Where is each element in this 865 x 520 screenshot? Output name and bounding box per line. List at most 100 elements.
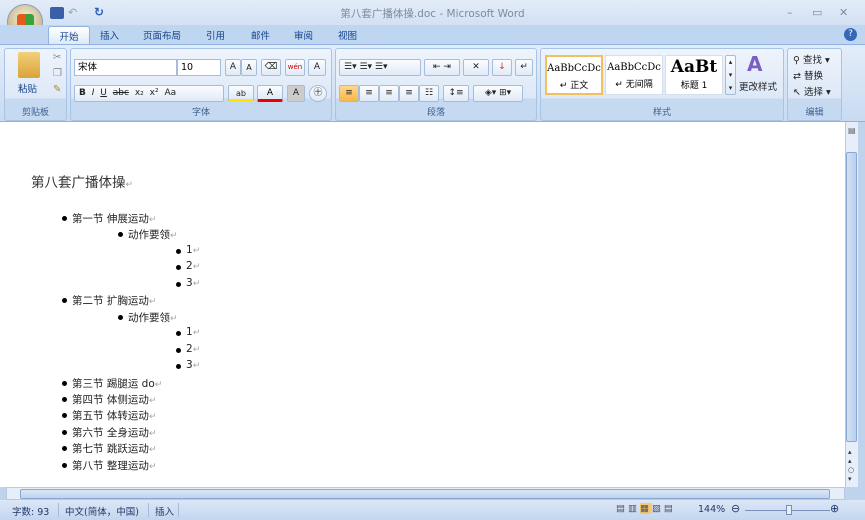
list-item-text: 第二节 扩胸运动: [72, 295, 149, 308]
list-item-level-2: 动作要领↵: [118, 227, 178, 242]
list-item-text: 1: [186, 243, 193, 256]
enclose-char-icon[interactable]: ㊉: [309, 85, 327, 102]
list-item-level-1: 第七节 跳跃运动↵: [61, 441, 156, 456]
change-case-button[interactable]: Aa: [164, 88, 176, 98]
paragraph-mark: ↵: [154, 379, 163, 390]
highlight-icon[interactable]: ab: [228, 85, 254, 102]
justify-icon[interactable]: ≡: [399, 85, 419, 102]
tab-home[interactable]: 开始: [48, 26, 90, 45]
font-name-select[interactable]: 宋体: [74, 59, 177, 76]
undo-icon[interactable]: ↶: [68, 6, 82, 19]
change-styles-icon[interactable]: A: [747, 52, 762, 76]
tab-view[interactable]: 视图: [338, 28, 357, 42]
style-name: ↵ 无间隔: [615, 80, 653, 90]
styles-scroll[interactable]: ▴ ▾ ▾: [725, 55, 736, 95]
find-button[interactable]: ⚲ 查找 ▾: [793, 52, 830, 66]
ruler-toggle-icon[interactable]: ▤: [848, 126, 856, 135]
list-item-text: 2: [186, 260, 193, 273]
zoom-slider-thumb[interactable]: [786, 505, 792, 515]
sort-icon[interactable]: ↓: [492, 59, 512, 76]
style-no-spacing[interactable]: AaBbCcDc ↵ 无间隔: [605, 55, 663, 95]
clipboard-group: 粘贴 ✂ ❐ ✎ 剪贴板: [4, 48, 67, 121]
tab-insert[interactable]: 插入: [100, 28, 119, 42]
minimize-button[interactable]: –: [787, 6, 793, 19]
list-item-level-3: 3↵: [175, 276, 200, 289]
line-spacing-icon[interactable]: ↕≡: [443, 85, 469, 102]
style-heading-1[interactable]: AaBt 标题 1: [665, 55, 723, 95]
horizontal-scroll-thumb[interactable]: [20, 489, 830, 499]
grow-font-button[interactable]: A: [225, 59, 241, 76]
shading-border-icon[interactable]: ◈▾ ⊞▾: [473, 85, 523, 102]
redo-icon[interactable]: ↻: [94, 5, 108, 19]
zoom-in-button[interactable]: ⊕: [830, 502, 839, 515]
paragraph-mark: ↵: [148, 428, 157, 439]
list-item-text: 2: [186, 342, 193, 355]
paragraph-mark: ↵: [148, 395, 157, 406]
list-item-text: 第四节 体侧运动: [72, 393, 149, 406]
list-item-level-3: 1↵: [175, 326, 201, 339]
indent-buttons[interactable]: ⇤ ⇥: [424, 59, 460, 76]
browse-buttons[interactable]: ▴ ▴ ○ ▾: [848, 448, 854, 484]
shrink-font-button[interactable]: A: [241, 59, 257, 76]
insert-mode[interactable]: 插入: [155, 504, 174, 518]
tab-page-layout[interactable]: 页面布局: [143, 28, 181, 42]
list-item-text: 3: [186, 359, 193, 372]
style-normal[interactable]: AaBbCcDc ↵ 正文: [545, 55, 603, 95]
bold-button[interactable]: B: [79, 88, 86, 98]
phonetic-guide-icon[interactable]: wén: [285, 59, 305, 76]
font-label: 字体: [191, 108, 210, 118]
word-count[interactable]: 字数: 93: [12, 504, 49, 518]
list-item-level-1: 第三节 踢腿运 do↵: [61, 376, 163, 391]
replace-button[interactable]: ⇄ 替换: [793, 68, 823, 82]
list-item-level-1: 第一节 伸展运动↵: [61, 211, 157, 226]
list-item-level-2: 动作要领↵: [118, 310, 178, 325]
tab-mailings[interactable]: 邮件: [251, 28, 270, 42]
save-icon[interactable]: [50, 7, 64, 19]
char-shading-button[interactable]: A: [287, 85, 305, 102]
vertical-scroll-thumb[interactable]: [846, 152, 857, 442]
list-item-level-3: 3↵: [175, 359, 200, 372]
cut-icon[interactable]: ✂: [53, 52, 61, 63]
align-left-icon[interactable]: ≡: [339, 85, 359, 102]
format-painter-icon[interactable]: ✎: [53, 84, 61, 95]
clipboard-label: 剪贴板: [21, 108, 49, 118]
paragraph-mark: ↵: [192, 328, 201, 339]
zoom-level[interactable]: 144%: [698, 504, 725, 515]
font-color-button[interactable]: A: [257, 85, 283, 102]
superscript-button[interactable]: x²: [150, 88, 159, 98]
underline-button[interactable]: U: [100, 88, 107, 98]
font-format-buttons[interactable]: B I U abc x₂ x² Aa: [74, 85, 224, 102]
clear-format-icon[interactable]: ⌫: [261, 59, 281, 76]
paragraph-mark: ↵: [192, 344, 201, 355]
show-marks-icon[interactable]: ↵: [515, 59, 533, 76]
char-border-icon[interactable]: A: [308, 59, 326, 76]
italic-button[interactable]: I: [92, 88, 95, 98]
help-button[interactable]: ?: [844, 28, 857, 41]
strikethrough-button[interactable]: abc: [113, 88, 129, 98]
view-buttons[interactable]: ▤▥▦▧▤: [616, 503, 676, 514]
copy-icon[interactable]: ❐: [53, 68, 62, 79]
select-button[interactable]: ↖ 选择 ▾: [793, 84, 831, 98]
document-heading: 第八套广播体操↵: [31, 171, 133, 191]
paragraph-mark: ↵: [148, 215, 157, 225]
font-size-select[interactable]: 10: [177, 59, 221, 76]
paste-icon[interactable]: [18, 52, 40, 78]
language-status[interactable]: 中文(简体，中国): [65, 504, 139, 518]
divider: [178, 503, 179, 517]
asian-layout-icon[interactable]: ✕: [463, 59, 489, 76]
align-right-icon[interactable]: ≡: [379, 85, 399, 102]
list-buttons[interactable]: ☰▾ ☰▾ ☰▾: [339, 59, 421, 76]
zoom-out-button[interactable]: ⊖: [731, 502, 740, 515]
maximize-button[interactable]: ▭: [812, 6, 822, 19]
tab-review[interactable]: 审阅: [294, 28, 313, 42]
tab-references[interactable]: 引用: [206, 28, 225, 42]
divider: [148, 503, 149, 517]
distribute-icon[interactable]: ☷: [419, 85, 439, 102]
align-center-icon[interactable]: ≡: [359, 85, 379, 102]
subscript-button[interactable]: x₂: [135, 88, 144, 98]
list-item-text: 3: [186, 276, 193, 289]
paragraph-mark: ↵: [170, 231, 178, 242]
paste-button[interactable]: 粘贴: [18, 81, 37, 95]
close-button[interactable]: ✕: [839, 6, 848, 19]
change-styles-button[interactable]: 更改样式: [739, 79, 777, 93]
